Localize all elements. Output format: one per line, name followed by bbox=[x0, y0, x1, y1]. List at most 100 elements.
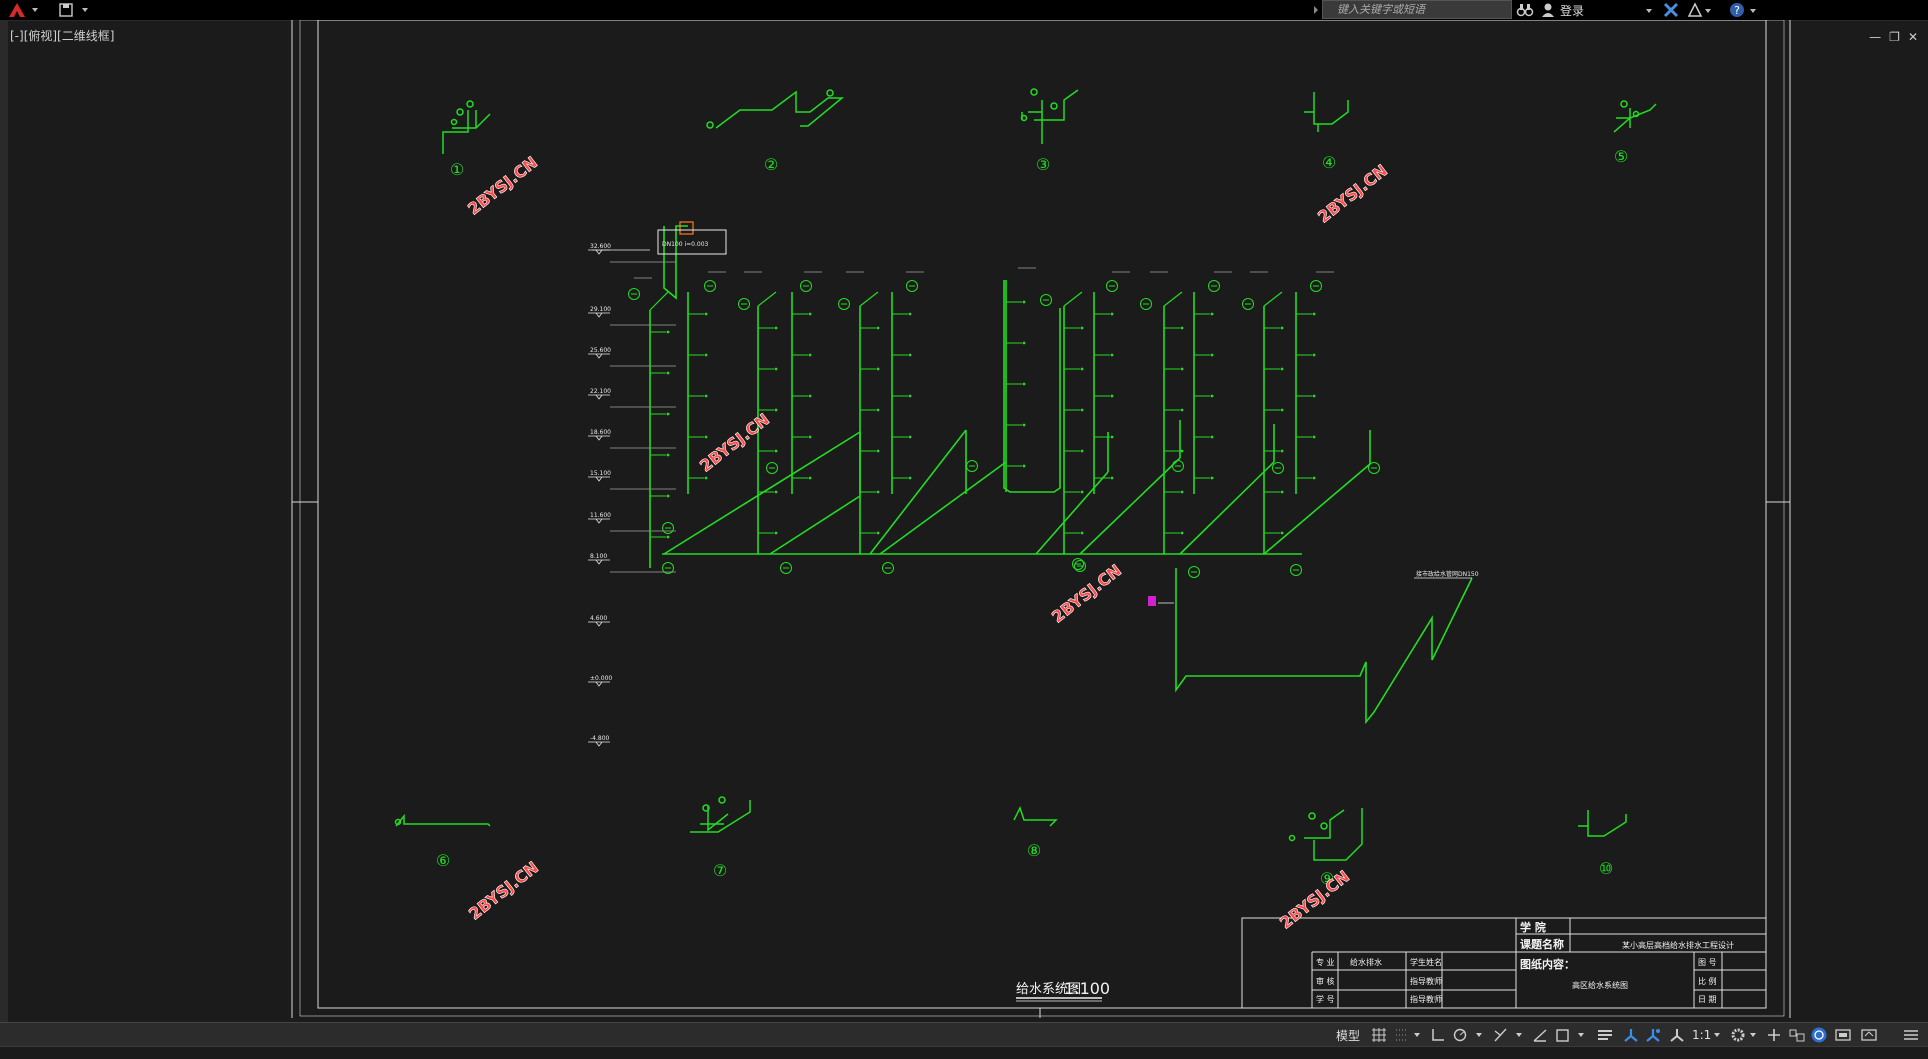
customization-menu-icon[interactable] bbox=[1902, 1026, 1920, 1044]
save-icon bbox=[59, 3, 88, 17]
detail-label-5: ⑤ bbox=[1614, 147, 1628, 166]
title-block-text: 学 院 课题名称 某小高层高档给水排水工程设计 图纸内容： 高区给水系统图 专 … bbox=[1316, 920, 1734, 1004]
binoculars-icon[interactable] bbox=[1516, 1, 1534, 19]
title-topic-label: 课题名称 bbox=[1520, 937, 1564, 951]
elevation-label: 4.600 bbox=[590, 615, 607, 622]
annotation-scale-icon[interactable] bbox=[1668, 1026, 1686, 1044]
help-icon[interactable]: ? bbox=[1728, 1, 1758, 19]
row-id-label: 学 号 bbox=[1316, 994, 1335, 1004]
elevation-mark: 22.100 bbox=[588, 388, 676, 408]
auto-scale-icon[interactable] bbox=[1644, 1026, 1662, 1044]
drawing-title: 给水系统图 1:100 bbox=[1016, 979, 1110, 1002]
elevation-label: 18.600 bbox=[590, 429, 611, 436]
drawing-canvas[interactable]: 学 院 课题名称 某小高层高档给水排水工程设计 图纸内容： 高区给水系统图 专 … bbox=[8, 20, 1928, 1022]
user-icon bbox=[1542, 3, 1554, 17]
login-button[interactable]: 登录 bbox=[1540, 1, 1584, 19]
status-bar: 模型 1:1 bbox=[0, 1022, 1928, 1047]
left-edge-panel bbox=[0, 20, 8, 1022]
pipe-tag-bubble bbox=[1172, 460, 1184, 472]
elevation-mark: 29.100 bbox=[588, 306, 676, 326]
annotation-visibility-icon[interactable] bbox=[1622, 1026, 1640, 1044]
inlet-note: 接市政给水管网DN150 bbox=[1416, 570, 1479, 578]
elevation-label: ±0.000 bbox=[590, 675, 612, 682]
grid-toggle-icon[interactable] bbox=[1370, 1026, 1388, 1044]
fullscreen-icon[interactable] bbox=[1860, 1026, 1878, 1044]
command-line-area[interactable] bbox=[0, 1046, 1928, 1059]
title-topic: 某小高层高档给水排水工程设计 bbox=[1622, 940, 1734, 950]
annotation-scale-select[interactable]: 1:1 bbox=[1692, 1026, 1723, 1044]
pipe-tag-bubble bbox=[966, 460, 978, 472]
pipe-tag-bubble bbox=[1290, 564, 1302, 576]
pipe-annotations bbox=[634, 267, 1334, 279]
title-college: 学 院 bbox=[1520, 920, 1546, 934]
pipe-tag-bubble bbox=[838, 298, 850, 310]
elevation-mark: 25.600 bbox=[588, 347, 676, 367]
hardware-acceleration-icon[interactable] bbox=[1810, 1026, 1828, 1044]
riser bbox=[1093, 292, 1114, 494]
row-teacher-label: 指导教师 bbox=[1410, 976, 1442, 986]
watermark-text: 2BYSJ.CN bbox=[465, 858, 542, 924]
exchange-icon[interactable] bbox=[1662, 1, 1680, 19]
scale-value: 1:1 bbox=[1692, 1028, 1712, 1042]
elevation-mark: 18.600 bbox=[588, 429, 676, 449]
pipe-tag-bubble bbox=[1106, 280, 1118, 292]
elevation-label: 32.600 bbox=[590, 243, 611, 250]
watermarks: 2BYSJ.CN 2BYSJ.CN 2BYSJ.CN 2BYSJ.CN 2BYSJ.CN… bbox=[464, 152, 1391, 933]
elevation-label: 22.100 bbox=[590, 388, 611, 395]
search-expand-icon[interactable] bbox=[1312, 1, 1320, 19]
detail-label-1: ① bbox=[450, 160, 464, 179]
model-button[interactable]: 模型 bbox=[1336, 1026, 1360, 1044]
roof-note: DN100 i=0.003 bbox=[662, 241, 709, 248]
pipe-tag-bubble bbox=[780, 562, 792, 574]
title-content-label: 图纸内容： bbox=[1520, 957, 1575, 971]
lineweight-icon[interactable] bbox=[1554, 1026, 1588, 1044]
detail-label-6: ⑥ bbox=[436, 851, 450, 870]
login-dropdown-icon[interactable] bbox=[1644, 1, 1654, 19]
snap-mode-icon[interactable] bbox=[1394, 1026, 1424, 1044]
pipe-tag-bubble bbox=[882, 562, 894, 574]
riser bbox=[1295, 292, 1316, 494]
pipe-tag-bubble bbox=[800, 280, 812, 292]
elevation-label: 29.100 bbox=[590, 306, 611, 313]
object-snap-icon[interactable] bbox=[1532, 1026, 1548, 1044]
riser bbox=[859, 306, 880, 554]
riser bbox=[1005, 280, 1026, 492]
pipe-tag-bubble bbox=[1140, 298, 1152, 310]
riser bbox=[891, 292, 912, 494]
elevation-label: 8.100 bbox=[590, 553, 607, 560]
detail-label-2: ② bbox=[764, 155, 778, 174]
inlet-pipe: 接市政给水管网DN150 bbox=[1148, 568, 1479, 725]
row-major-label: 专 业 bbox=[1316, 957, 1335, 967]
drawing-title-scale: 1:100 bbox=[1064, 979, 1110, 998]
pipe-tag-bubble bbox=[1188, 566, 1200, 578]
a360-icon[interactable] bbox=[1686, 1, 1712, 19]
detail-label-8: ⑧ bbox=[1027, 841, 1041, 860]
clean-screen-icon[interactable] bbox=[1834, 1026, 1852, 1044]
elevation-label: -4.800 bbox=[590, 735, 610, 742]
pipe-tag-bubble bbox=[906, 280, 918, 292]
login-label: 登录 bbox=[1560, 3, 1585, 18]
workspace-gear-icon[interactable] bbox=[1730, 1026, 1760, 1044]
elevation-label: 25.600 bbox=[590, 347, 611, 354]
osnap-tracking-icon[interactable] bbox=[1492, 1026, 1526, 1044]
model-label: 模型 bbox=[1336, 1028, 1361, 1043]
pipe-tag-bubble bbox=[1040, 294, 1052, 306]
roof-tank: DN100 i=0.003 bbox=[592, 221, 727, 255]
pipe-tag-bubble bbox=[1368, 462, 1380, 474]
app-menu-button[interactable] bbox=[6, 1, 40, 19]
search-input[interactable]: 键入关键字或短语 bbox=[1322, 0, 1512, 19]
quick-access-toolbar[interactable] bbox=[56, 1, 94, 19]
watermark-text: 2BYSJ.CN bbox=[1276, 867, 1353, 933]
pipe-tag-bubble bbox=[1072, 558, 1084, 570]
watermark-text: 2BYSJ.CN bbox=[1048, 561, 1125, 627]
plus-icon[interactable] bbox=[1766, 1026, 1782, 1044]
isolate-objects-icon[interactable] bbox=[1788, 1026, 1806, 1044]
transparency-icon[interactable] bbox=[1596, 1026, 1614, 1044]
ortho-icon[interactable] bbox=[1430, 1026, 1446, 1044]
pipe-tag-bubble bbox=[704, 280, 716, 292]
polar-tracking-icon[interactable] bbox=[1452, 1026, 1486, 1044]
riser bbox=[649, 310, 670, 568]
row-major-value: 给水排水 bbox=[1350, 957, 1382, 967]
svg-text:?: ? bbox=[1734, 4, 1740, 17]
autocad-logo-icon bbox=[9, 3, 38, 17]
